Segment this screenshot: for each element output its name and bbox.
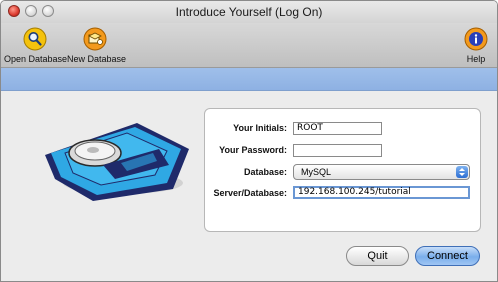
title-bar[interactable]: Introduce Yourself (Log On) [1,1,497,23]
application-logo [45,123,189,201]
database-select-value: MySQL [301,167,332,177]
server-database-field[interactable]: 192.168.100.245/tutorial [293,186,470,199]
login-form-panel: Your Initials: ROOT Your Password: Datab… [204,108,481,232]
new-database-label: New Database [67,54,127,64]
select-arrows-icon [456,166,468,178]
open-database-button[interactable]: Open Database [4,27,68,64]
password-label: Your Password: [219,145,287,155]
help-label: Help [466,54,486,64]
toolbar: Open Database New Database Help [1,23,497,68]
open-database-label: Open Database [4,54,68,64]
initials-label: Your Initials: [233,123,287,133]
window-title: Introduce Yourself (Log On) [175,5,323,19]
content-area: Your Initials: ROOT Your Password: Datab… [1,91,497,281]
new-database-button[interactable]: New Database [67,27,127,64]
help-button[interactable]: Help [461,27,491,64]
login-window: Introduce Yourself (Log On) Open Databas… [0,0,498,282]
database-label: Database: [243,167,287,177]
server-database-label: Server/Database: [213,188,287,198]
new-database-icon [83,27,107,51]
database-select[interactable]: MySQL [293,164,470,180]
magnifier-icon [23,27,47,51]
connect-button[interactable]: Connect [415,246,480,266]
quit-button[interactable]: Quit [346,246,409,266]
initials-field[interactable]: ROOT [293,122,382,135]
header-band [1,68,497,91]
password-field[interactable] [293,144,382,157]
info-icon [464,27,488,51]
